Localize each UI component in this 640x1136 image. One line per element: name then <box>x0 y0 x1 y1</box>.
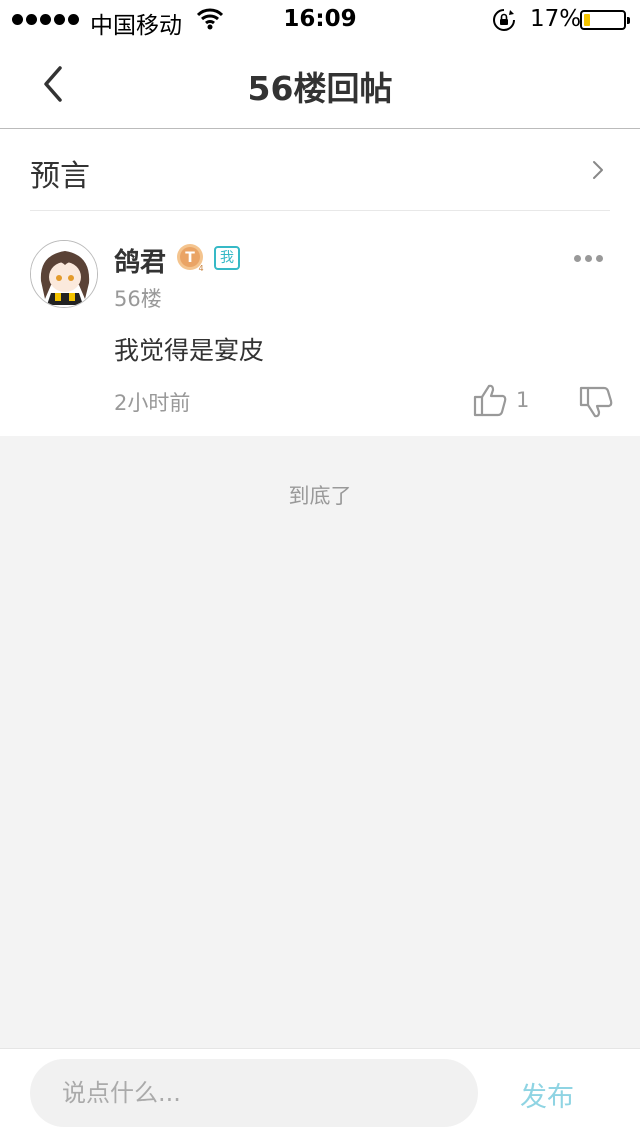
thumbs-down-icon <box>579 386 613 418</box>
post-card: 预言 鸽君 T 4 我 56楼 我觉得是宴皮 2小时前 1 <box>0 129 640 436</box>
end-of-list-message: 到底了 <box>288 484 352 508</box>
floor-number: 56楼 <box>114 287 162 311</box>
battery-icon <box>580 10 630 30</box>
like-count: 1 <box>516 388 530 412</box>
dislike-button[interactable] <box>578 385 614 419</box>
battery-percentage: 17% <box>530 6 582 32</box>
avatar[interactable] <box>30 240 98 308</box>
svg-text:T: T <box>185 250 195 266</box>
comment-input[interactable] <box>30 1059 478 1127</box>
post-timestamp: 2小时前 <box>114 391 191 415</box>
svg-text:4: 4 <box>198 264 203 273</box>
username[interactable]: 鸽君 <box>114 242 166 279</box>
level-badge-icon: T 4 <box>176 243 206 273</box>
thread-title: 预言 <box>30 159 90 194</box>
page-title: 56楼回帖 <box>247 69 393 108</box>
me-badge: 我 <box>214 246 240 270</box>
avatar-image <box>31 241 97 307</box>
more-button[interactable] <box>574 255 606 267</box>
publish-button[interactable]: 发布 <box>520 1075 574 1114</box>
thread-title-row[interactable]: 预言 <box>30 129 610 211</box>
rotation-lock-icon <box>492 8 516 38</box>
post-content: 我觉得是宴皮 <box>114 336 265 365</box>
thumbs-up-icon <box>473 384 507 417</box>
more-icon <box>574 255 581 262</box>
chevron-right-icon <box>593 161 603 179</box>
like-button[interactable] <box>472 383 508 417</box>
status-bar: 中国移动 16:09 17% <box>0 0 640 40</box>
nav-bar: 56楼回帖 <box>0 40 640 129</box>
reply-bar: 发布 <box>0 1048 640 1136</box>
